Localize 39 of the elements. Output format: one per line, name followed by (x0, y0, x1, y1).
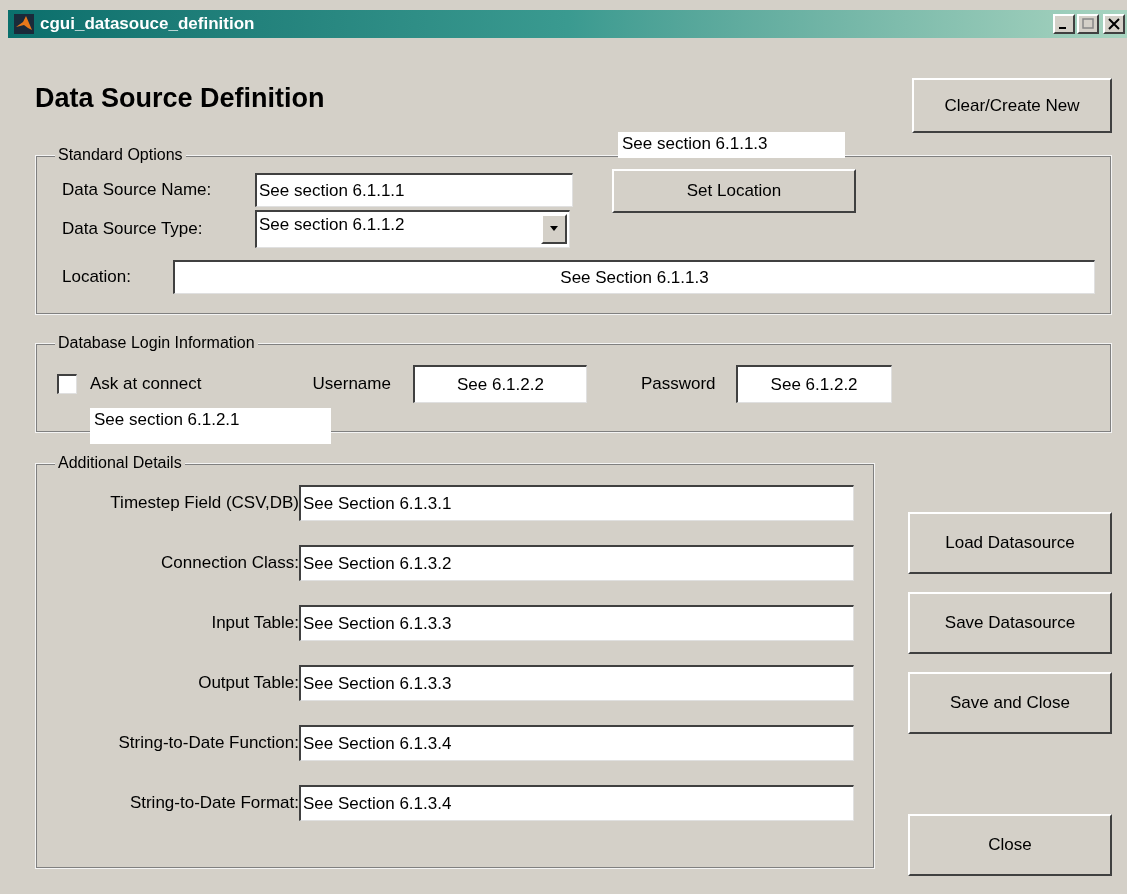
maximize-icon[interactable] (1077, 14, 1099, 34)
action-button[interactable]: Load Datasource (908, 512, 1112, 574)
set-location-button[interactable]: Set Location (612, 169, 856, 213)
minimize-icon[interactable] (1053, 14, 1075, 34)
field-label: Connection Class: (160, 552, 299, 575)
close-icon[interactable] (1103, 14, 1125, 34)
action-button[interactable]: Save and Close (908, 672, 1112, 734)
checkbox-label: Ask at connect (90, 373, 202, 396)
field-label: Timestep Field (CSV,DB) (109, 492, 299, 515)
field-label: Username (312, 373, 391, 396)
page-heading: Data Source Definition (35, 82, 325, 115)
detail-field[interactable]: See Section 6.1.3.4 (299, 785, 854, 821)
app-logo-icon (14, 14, 34, 34)
annotation-note: See section 6.1.2.1 (90, 408, 331, 444)
detail-field[interactable]: See Section 6.1.3.3 (299, 605, 854, 641)
field-label: Location: (62, 266, 132, 289)
password-field[interactable]: See 6.1.2.2 (735, 365, 892, 403)
field-label: Password (640, 373, 716, 396)
field-label: Input Table: (210, 612, 299, 635)
detail-field[interactable]: See Section 6.1.3.3 (299, 665, 854, 701)
annotation-note: See section 6.1.1.3 (618, 132, 845, 158)
checkbox[interactable] (57, 374, 77, 394)
action-button[interactable]: Save Datasource (908, 592, 1112, 654)
clear-create-new-button[interactable]: Clear/Create New (912, 78, 1112, 133)
action-button[interactable]: Close (908, 814, 1112, 876)
username-field[interactable]: See 6.1.2.2 (412, 365, 587, 403)
field-label: String-to-Date Format: (128, 792, 299, 815)
window-title: cgui_datasouce_definition (40, 13, 255, 36)
field-label: Output Table: (197, 672, 299, 695)
detail-field[interactable]: See Section 6.1.3.4 (299, 725, 854, 761)
detail-field[interactable]: See Section 6.1.3.2 (299, 545, 854, 581)
location-field[interactable]: See Section 6.1.1.3 (173, 260, 1095, 294)
name-field[interactable]: See section 6.1.1.1 (255, 173, 573, 207)
field-label: Data Source Type: (62, 218, 204, 241)
field-label: Data Source Name: (62, 179, 213, 202)
field-label: String-to-Date Function: (117, 732, 299, 755)
dropdown-value: See section 6.1.1.2 (259, 214, 405, 236)
detail-field[interactable]: See Section 6.1.3.1 (299, 485, 854, 521)
type-dropdown[interactable]: See section 6.1.1.2 (255, 210, 570, 248)
